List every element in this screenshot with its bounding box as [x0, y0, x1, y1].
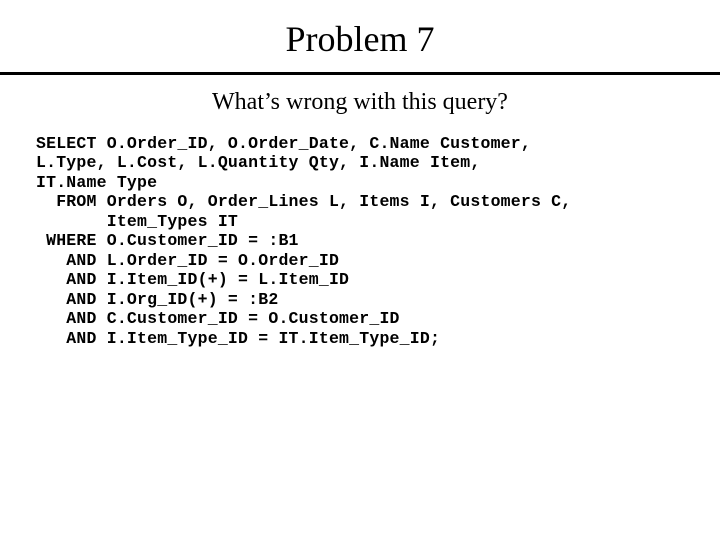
title-divider: [0, 72, 720, 75]
slide-title: Problem 7: [36, 18, 684, 60]
slide-subtitle: What’s wrong with this query?: [36, 89, 684, 116]
slide-container: Problem 7 What’s wrong with this query? …: [0, 0, 720, 540]
sql-code-block: SELECT O.Order_ID, O.Order_Date, C.Name …: [36, 134, 684, 348]
